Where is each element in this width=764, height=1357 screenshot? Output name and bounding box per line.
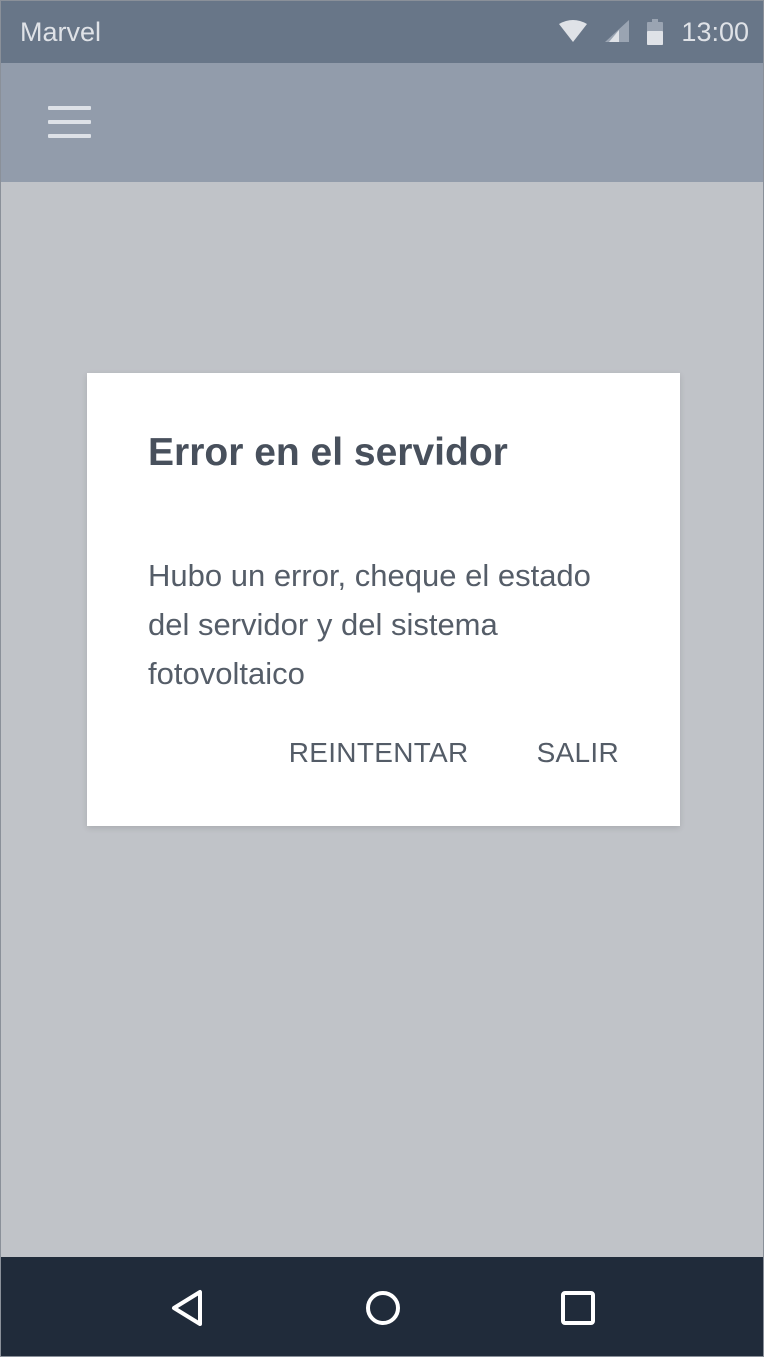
home-icon[interactable] bbox=[353, 1278, 413, 1338]
navigation-bar bbox=[1, 1257, 763, 1356]
app-bar bbox=[1, 63, 763, 182]
back-icon[interactable] bbox=[158, 1278, 218, 1338]
dialog-message: Hubo un error, cheque el estado del serv… bbox=[148, 558, 591, 691]
status-bar: Marvel 13:00 bbox=[1, 1, 763, 63]
exit-button[interactable]: SALIR bbox=[537, 737, 619, 769]
clock: 13:00 bbox=[681, 16, 749, 47]
menu-line bbox=[47, 106, 91, 110]
recents-icon[interactable] bbox=[548, 1278, 608, 1338]
error-dialog: Error en el servidor Hubo un error, cheq… bbox=[87, 373, 680, 826]
phone-screen: Marvel 13:00 Error en el servidor Hubo u… bbox=[0, 0, 764, 1357]
dialog-actions: REINTENTAR SALIR bbox=[289, 737, 619, 769]
wifi-icon bbox=[559, 20, 588, 44]
retry-button[interactable]: REINTENTAR bbox=[289, 737, 469, 769]
status-icons: 13:00 bbox=[559, 17, 749, 48]
carrier-label: Marvel bbox=[20, 16, 102, 47]
menu-line bbox=[47, 134, 91, 138]
battery-icon bbox=[647, 19, 664, 45]
dialog-title: Error en el servidor bbox=[148, 431, 508, 474]
signal-icon bbox=[605, 20, 630, 44]
hamburger-menu-icon[interactable] bbox=[41, 97, 97, 147]
menu-line bbox=[47, 120, 91, 124]
